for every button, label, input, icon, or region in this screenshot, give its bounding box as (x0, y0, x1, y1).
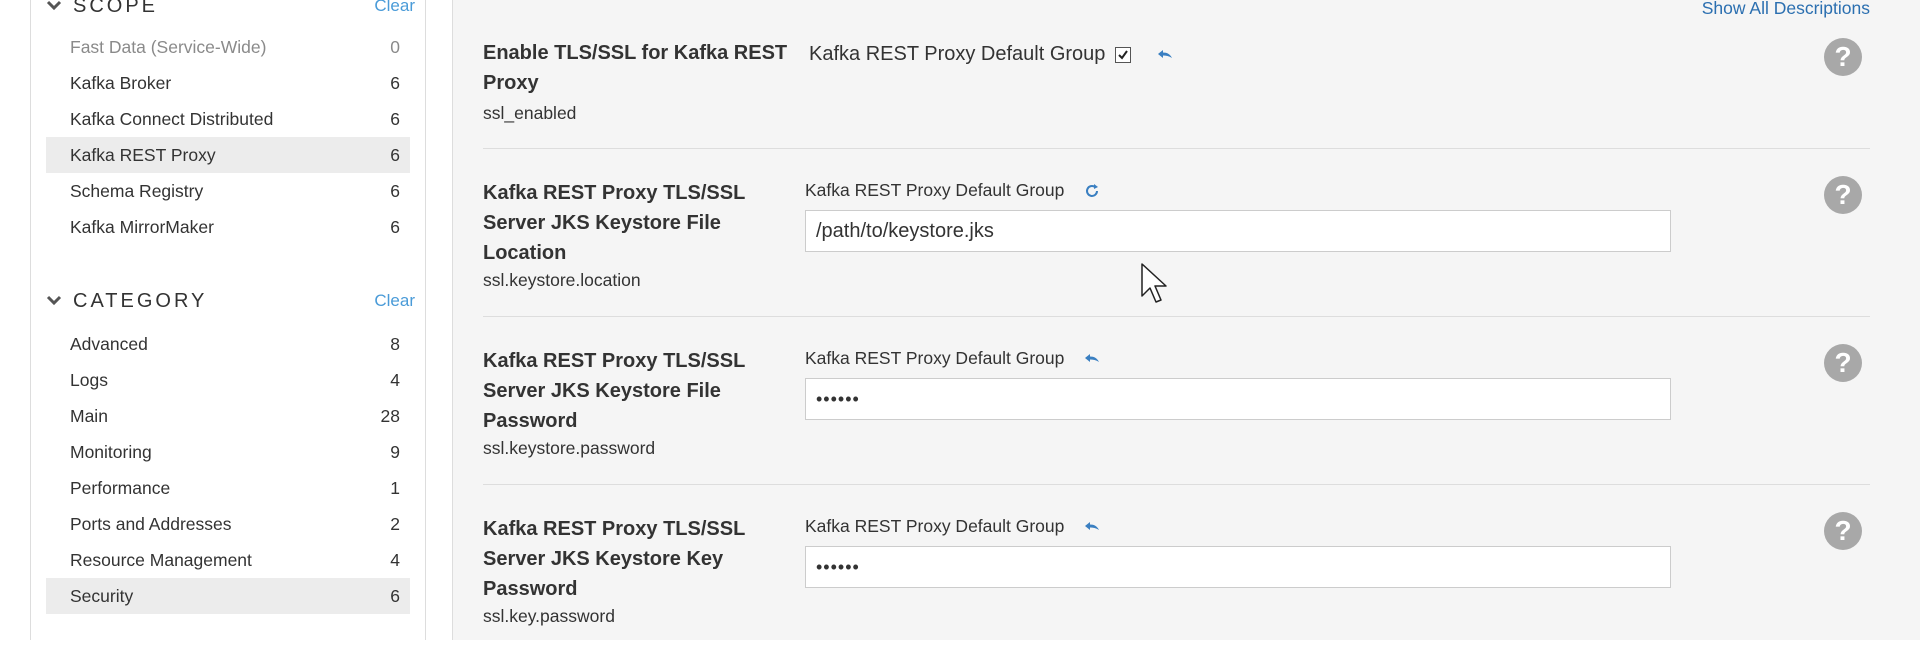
show-all-descriptions-link[interactable]: Show All Descriptions (1702, 0, 1870, 19)
list-item-label: Schema Registry (70, 180, 204, 201)
list-item-count: 6 (390, 216, 400, 237)
list-item-count: 6 (390, 180, 400, 201)
category-item-ports-addresses[interactable]: Ports and Addresses 2 (46, 506, 410, 542)
list-item-count: 1 (390, 477, 400, 498)
checkbox-checked-icon[interactable] (1115, 46, 1132, 63)
help-icon[interactable]: ? (1824, 176, 1862, 214)
category-item-monitoring[interactable]: Monitoring 9 (46, 434, 410, 470)
list-item-label: Ports and Addresses (70, 513, 232, 534)
category-clear-link[interactable]: Clear (374, 291, 415, 311)
property-key: ssl_enabled (483, 103, 577, 123)
category-item-main[interactable]: Main 28 (46, 398, 410, 434)
help-icon[interactable]: ? (1824, 512, 1862, 550)
property-name: Kafka REST Proxy TLS/SSL Server JKS Keys… (483, 350, 745, 432)
category-item-performance[interactable]: Performance 1 (46, 470, 410, 506)
category-item-logs[interactable]: Logs 4 (46, 362, 410, 398)
filter-sidebar: SCOPE Clear Fast Data (Service-Wide) 0 K… (30, 0, 426, 640)
list-item-label: Resource Management (70, 549, 252, 570)
property-key: ssl.key.password (483, 606, 615, 626)
config-main-panel: Show All Descriptions Enable TLS/SSL for… (452, 0, 1920, 640)
mouse-pointer-icon (1141, 263, 1167, 303)
property-group-row: Kafka REST Proxy Default Group (805, 180, 1100, 201)
list-item-count: 6 (390, 585, 400, 606)
undo-arrow-icon[interactable] (1084, 521, 1100, 533)
list-item-label: Logs (70, 369, 108, 390)
property-group-row: Kafka REST Proxy Default Group (809, 43, 1173, 66)
list-item-label: Monitoring (70, 441, 152, 462)
list-item-label: Kafka Connect Distributed (70, 108, 274, 129)
help-icon[interactable]: ? (1824, 344, 1862, 382)
undo-arrow-icon[interactable] (1157, 49, 1173, 61)
list-item-label: Main (70, 405, 108, 426)
property-group-row: Kafka REST Proxy Default Group (805, 348, 1100, 369)
property-group-label: Kafka REST Proxy Default Group (809, 43, 1106, 65)
property-group-label: Kafka REST Proxy Default Group (805, 516, 1065, 536)
refresh-icon[interactable] (1084, 183, 1100, 199)
property-group-label: Kafka REST Proxy Default Group (805, 348, 1065, 368)
property-key: ssl.keystore.location (483, 270, 641, 290)
category-title: CATEGORY (73, 289, 208, 312)
scope-header[interactable]: SCOPE Clear (45, 0, 415, 21)
property-name: Enable TLS/SSL for Kafka REST Proxy (483, 42, 788, 94)
category-header[interactable]: CATEGORY Clear (45, 286, 415, 316)
list-item-count: 4 (390, 369, 400, 390)
list-item-label: Fast Data (Service-Wide) (70, 36, 267, 57)
key-password-input[interactable]: •••••• (805, 546, 1671, 588)
keystore-password-input[interactable]: •••••• (805, 378, 1671, 420)
list-item-count: 0 (390, 36, 400, 57)
chevron-down-icon[interactable] (45, 0, 63, 15)
property-group-row: Kafka REST Proxy Default Group (805, 516, 1100, 537)
scope-item-kafka-broker[interactable]: Kafka Broker 6 (46, 65, 410, 101)
list-item-label: Security (70, 585, 134, 606)
property-name: Kafka REST Proxy TLS/SSL Server JKS Keys… (483, 518, 745, 600)
category-list: Advanced 8 Logs 4 Main 28 Monitoring 9 P… (46, 326, 410, 614)
property-group-label: Kafka REST Proxy Default Group (805, 180, 1065, 200)
list-item-count: 6 (390, 144, 400, 165)
property-ssl-key-password: Kafka REST Proxy TLS/SSL Server JKS Keys… (483, 512, 1870, 652)
category-item-security[interactable]: Security 6 (46, 578, 410, 614)
list-item-label: Kafka REST Proxy (70, 144, 216, 165)
list-item-count: 8 (390, 333, 400, 354)
scope-list: Fast Data (Service-Wide) 0 Kafka Broker … (46, 29, 410, 245)
list-item-label: Advanced (70, 333, 148, 354)
category-item-advanced[interactable]: Advanced 8 (46, 326, 410, 362)
property-key: ssl.keystore.password (483, 438, 656, 458)
scope-clear-link[interactable]: Clear (374, 0, 415, 16)
list-item-label: Kafka MirrorMaker (70, 216, 214, 237)
property-ssl-keystore-password: Kafka REST Proxy TLS/SSL Server JKS Keys… (483, 344, 1870, 485)
property-name: Kafka REST Proxy TLS/SSL Server JKS Keys… (483, 182, 745, 264)
list-item-count: 28 (380, 405, 400, 426)
list-item-count: 6 (390, 108, 400, 129)
scope-item-fast-data[interactable]: Fast Data (Service-Wide) 0 (46, 29, 410, 65)
help-icon[interactable]: ? (1824, 38, 1862, 76)
keystore-location-input[interactable]: /path/to/keystore.jks (805, 210, 1671, 252)
scope-item-kafka-rest-proxy[interactable]: Kafka REST Proxy 6 (46, 137, 410, 173)
scope-item-kafka-mirrormaker[interactable]: Kafka MirrorMaker 6 (46, 209, 410, 245)
category-item-resource-management[interactable]: Resource Management 4 (46, 542, 410, 578)
list-item-count: 4 (390, 549, 400, 570)
undo-arrow-icon[interactable] (1084, 353, 1100, 365)
list-item-count: 2 (390, 513, 400, 534)
property-ssl-keystore-location: Kafka REST Proxy TLS/SSL Server JKS Keys… (483, 176, 1870, 317)
scope-item-schema-registry[interactable]: Schema Registry 6 (46, 173, 410, 209)
scope-item-kafka-connect[interactable]: Kafka Connect Distributed 6 (46, 101, 410, 137)
list-item-label: Kafka Broker (70, 72, 172, 93)
list-item-count: 6 (390, 72, 400, 93)
chevron-down-icon[interactable] (45, 292, 63, 310)
property-ssl-enabled: Enable TLS/SSL for Kafka REST Proxy ssl_… (483, 38, 1870, 149)
list-item-label: Performance (70, 477, 171, 498)
scope-title: SCOPE (73, 0, 159, 17)
list-item-count: 9 (390, 441, 400, 462)
